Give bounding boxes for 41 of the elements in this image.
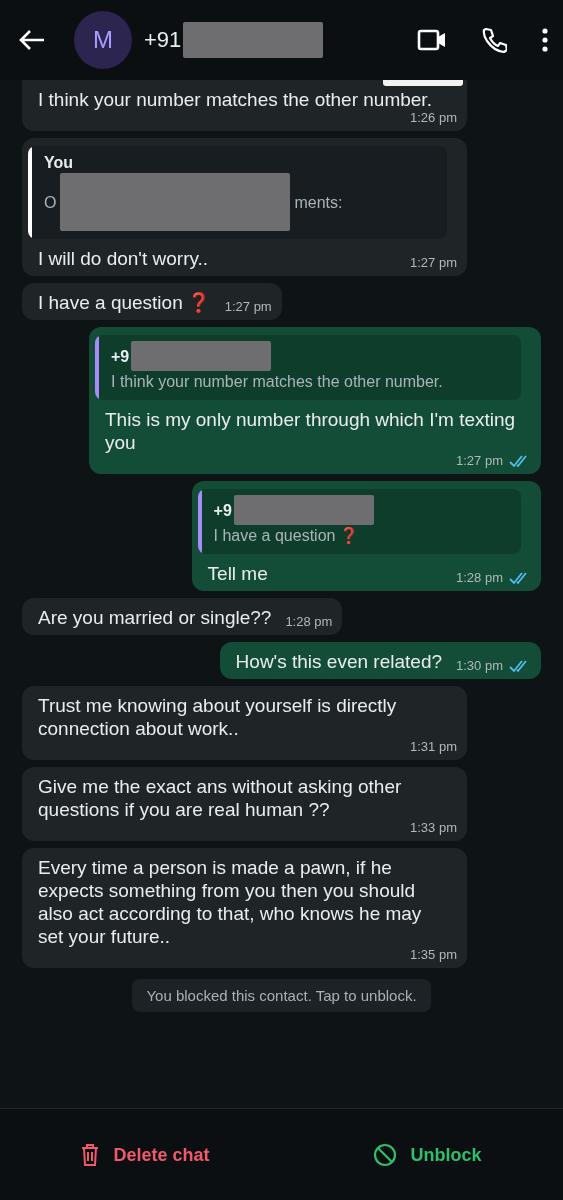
quoted-text: I think your number matches the other number.: [111, 372, 443, 392]
message-time: 1:31 pm: [410, 740, 457, 754]
message-time: 1:26 pm: [410, 111, 457, 125]
quoted-message[interactable]: +9 I think your number matches the other number.: [95, 335, 521, 400]
quoted-author: +9: [111, 346, 130, 367]
quoted-message[interactable]: You O ments:: [28, 146, 447, 239]
quoted-text: ments:: [294, 192, 343, 213]
message-time: 1:28 pm: [285, 615, 333, 629]
quoted-author: +9: [213, 500, 232, 521]
quoted-text: O: [44, 192, 57, 213]
back-arrow-icon[interactable]: [18, 28, 46, 52]
delete-chat-button[interactable]: Delete chat: [71, 1138, 220, 1172]
quoted-message[interactable]: +9 I have a question ❓: [197, 489, 521, 554]
unblock-button[interactable]: Unblock: [362, 1137, 492, 1173]
system-notice[interactable]: You blocked this contact. Tap to unblock.: [132, 979, 431, 1012]
block-icon: [372, 1143, 397, 1167]
message-text: Give me the exact ans without asking other questions if you are real human ??: [38, 775, 403, 821]
message-text: Are you married or single??: [38, 606, 272, 629]
contact-avatar[interactable]: M: [74, 11, 132, 69]
message-text: Tell me: [207, 562, 268, 585]
more-options-icon[interactable]: [541, 28, 549, 52]
message-time: 1:27 pm: [224, 300, 272, 314]
phone-icon[interactable]: [481, 27, 507, 53]
video-camera-icon[interactable]: [417, 28, 447, 52]
message-text: I have a question ❓: [38, 291, 211, 314]
message-time: 1:27 pm: [410, 256, 457, 270]
message-time: 1:33 pm: [410, 821, 457, 835]
contact-name[interactable]: +91: [144, 27, 182, 53]
message-text: I will do don't worry..: [38, 247, 209, 270]
message-text: How's this even related?: [235, 650, 442, 673]
quoted-author: You: [44, 153, 74, 173]
message-time: 1:27 pm: [456, 454, 503, 468]
message-text: This is my only number through which I'm texting you: [105, 408, 517, 454]
message-text: Trust me knowing about yourself is directly connection about work..: [38, 694, 398, 740]
quoted-text: I have a question ❓: [213, 525, 360, 546]
message-time: 1:30 pm: [456, 659, 503, 673]
message-time: 1:28 pm: [456, 571, 503, 585]
message-text: I think your number matches the other number.: [38, 88, 432, 111]
trash-icon: [81, 1144, 100, 1166]
message-time: 1:35 pm: [410, 948, 457, 962]
message-text: Every time a person is made a pawn, if he expects something from you then you should also act according to that, who knows he may set your future..: [38, 856, 423, 948]
